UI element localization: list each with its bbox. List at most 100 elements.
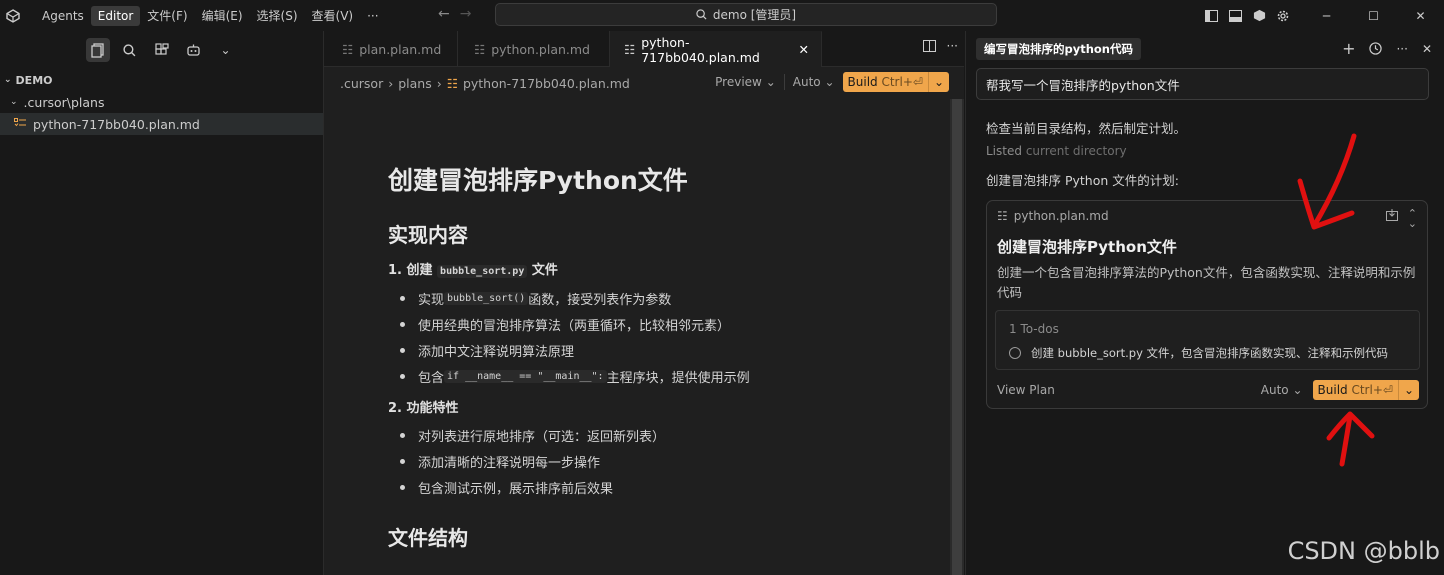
save-icon[interactable] [1385,209,1398,229]
plan-file-icon: ☷ [474,41,486,57]
doc-heading-implementation: 实现内容 [388,223,468,247]
list-item: 包含测试示例，展示排序前后效果 [388,474,948,500]
back-arrow-icon[interactable]: ← [438,6,450,22]
item-text: 文件 [527,263,558,278]
breadcrumb-plans[interactable]: plans [398,76,432,91]
plan-file-name[interactable]: python.plan.md [1014,209,1109,223]
chevron-down-icon: ⌄ [824,75,835,89]
markdown-preview: 创建冒泡排序Python文件 实现内容 1. 创建 bubble_sort.py… [388,161,948,551]
more-actions-icon[interactable]: ··· [1396,42,1407,58]
menu-bar: Agents Editor 文件(F) 编辑(E) 选择(S) 查看(V) ··… [35,4,386,27]
build-shortcut: Ctrl+⏎ [881,75,923,89]
extensions-icon[interactable] [150,38,174,62]
search-text: demo [管理员] [712,8,797,22]
preview-label: Preview [715,75,762,89]
list-item: 添加中文注释说明算法原理 [388,337,948,363]
maximize-button[interactable]: ☐ [1350,0,1397,31]
chevron-right-icon: › [436,76,442,91]
user-message[interactable]: 帮我写一个冒泡排序的python文件 [976,68,1429,100]
menu-file[interactable]: 文件(F) [140,4,194,27]
list-item: 包含 if __name__ == "__main__": 主程序块，提供使用示… [388,363,948,389]
history-icon[interactable] [1369,42,1383,58]
close-window-button[interactable]: ✕ [1397,0,1444,31]
sidebar: ⌄ ⌄ DEMO ⌄ .cursor\plans python-717bb040… [0,31,324,575]
breadcrumb-file[interactable]: python-717bb040.plan.md [463,76,630,91]
plan-description: 创建一个包含冒泡排序算法的Python文件，包含函数实现、注释说明和示例代码 [997,265,1416,300]
agent-chat-panel: 编写冒泡排序的python代码 + ··· ✕ 帮我写一个冒泡排序的python… [965,31,1444,575]
menu-more[interactable]: ··· [360,6,385,26]
gear-icon[interactable] [1271,4,1295,28]
doc-title: 创建冒泡排序Python文件 [388,166,688,195]
menu-editor[interactable]: Editor [90,5,141,26]
breadcrumb-cursor[interactable]: .cursor [340,76,383,91]
assistant-message-2: 创建冒泡排序 Python 文件的计划: [986,173,1179,188]
plan-file-icon: ☷ [997,209,1008,223]
chevron-right-icon: › [388,76,394,91]
item-text: 实现 [418,292,445,308]
chevron-down-icon[interactable]: ⌄ [1397,380,1419,400]
preview-dropdown[interactable]: Preview ⌄ [715,75,776,89]
list-item: 实现 bubble_sort() 函数，接受列表作为参数 [388,285,948,311]
new-chat-icon[interactable]: + [1342,41,1355,58]
expand-icon[interactable]: ⌃ ⌄ [1408,208,1417,229]
toggle-sidebar-icon[interactable] [1199,4,1223,28]
todo-header: 1 To-dos [1009,322,1059,336]
auto-dropdown[interactable]: Auto ⌄ [793,75,835,89]
chevron-down-icon: ⌄ [10,97,18,107]
toggle-panel-icon[interactable] [1223,4,1247,28]
close-icon[interactable]: ✕ [799,42,809,57]
chevron-down-icon[interactable]: ⌄ [927,72,949,92]
divider [783,74,785,90]
forward-arrow-icon[interactable]: → [460,6,472,22]
build-button[interactable]: Build Ctrl+⏎ ⌄ [1312,380,1419,400]
chevron-down-icon: ⌄ [765,75,776,89]
menu-agents[interactable]: Agents [35,6,91,26]
split-editor-icon[interactable] [923,40,936,55]
menu-view[interactable]: 查看(V) [305,4,361,27]
chevron-down-icon: ⌄ [4,75,12,85]
tool-call-listed[interactable]: Listed current directory [986,144,1127,158]
search-icon[interactable] [118,38,142,62]
auto-dropdown[interactable]: Auto ⌄ [1261,383,1303,397]
item-text: 主程序块，提供使用示例 [606,370,750,386]
doc-bullet-list-1: 实现 bubble_sort() 函数，接受列表作为参数 使用经典的冒泡排序算法… [388,285,948,389]
chevron-down-icon[interactable]: ⌄ [214,38,238,62]
menu-select[interactable]: 选择(S) [250,4,305,27]
robot-icon[interactable] [182,38,206,62]
menu-edit[interactable]: 编辑(E) [195,4,250,27]
list-item: 对列表进行原地排序（可选：返回新列表） [388,422,948,448]
annotation-arrow-up-icon [1326,411,1375,467]
tool-call-target: current directory [1025,144,1127,158]
plan-file-icon: ☷ [446,76,458,91]
todo-text: 创建 bubble_sort.py 文件，包含冒泡排序函数实现、注释和示例代码 [1031,346,1389,360]
file-name: python-717bb040.plan.md [33,116,200,132]
view-plan-link[interactable]: View Plan [997,383,1055,397]
close-icon[interactable]: ✕ [1422,42,1432,58]
minimize-button[interactable]: ─ [1303,0,1350,31]
cube-icon[interactable] [1247,4,1271,28]
todo-item[interactable]: 创建 bubble_sort.py 文件，包含冒泡排序函数实现、注释和示例代码 [1009,345,1388,361]
command-search[interactable]: demo [管理员] [495,3,997,26]
title-bar: Agents Editor 文件(F) 编辑(E) 选择(S) 查看(V) ··… [0,0,1444,31]
todo-checkbox-icon[interactable] [1009,347,1021,359]
folder-name: .cursor\plans [23,94,105,110]
workspace-root[interactable]: ⌄ DEMO [0,69,323,91]
assistant-message-1: 检查当前目录结构，然后制定计划。 [986,121,1187,136]
list-item: 添加清晰的注释说明每一步操作 [388,448,948,474]
chat-title[interactable]: 编写冒泡排序的python代码 [976,38,1141,60]
tab-plan[interactable]: ☷ plan.plan.md [324,31,458,67]
inline-code: if __name__ == "__main__": [444,369,607,383]
explorer-icon[interactable] [85,38,110,62]
file-row[interactable]: python-717bb040.plan.md [0,113,323,135]
build-shortcut: Ctrl+⏎ [1351,383,1393,397]
folder-row[interactable]: ⌄ .cursor\plans [0,91,323,113]
more-actions-icon[interactable]: ··· [947,39,958,53]
plan-card: ☷ python.plan.md ⌃ ⌄ 创建冒泡排序Python文件 创建一个包… [986,200,1428,409]
build-button[interactable]: Build Ctrl+⏎ ⌄ [842,72,949,92]
chevron-down-icon: ⌄ [1292,383,1303,397]
tab-python-plan[interactable]: ☷ python.plan.md [458,31,610,67]
inline-code: bubble_sort() [444,291,529,305]
tab-label: python-717bb040.plan.md [641,34,760,65]
tab-python-717bb040[interactable]: ☷ python-717bb040.plan.md ✕ [610,31,822,67]
scrollbar-thumb[interactable] [952,99,962,575]
